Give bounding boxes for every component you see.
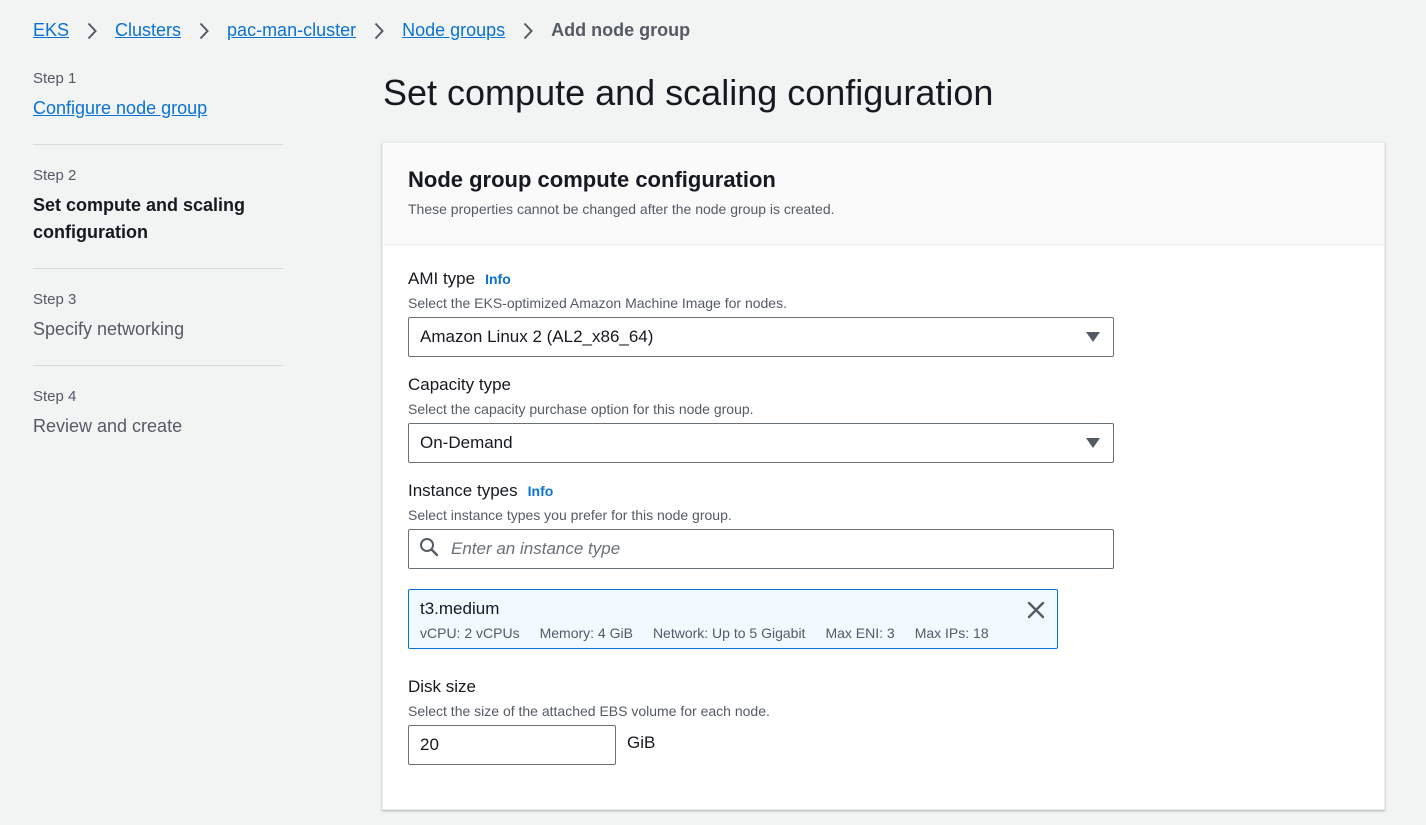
instance-types-field: Instance types Info Select instance type…: [408, 481, 1359, 649]
page-title: Set compute and scaling configuration: [383, 72, 994, 113]
chevron-right-icon: [372, 21, 386, 41]
capacity-type-label: Capacity type: [408, 375, 511, 394]
token-memory: Memory: 4 GiB: [539, 625, 633, 641]
ami-type-label-row: AMI type Info: [408, 269, 1359, 289]
ami-type-label: AMI type: [408, 269, 476, 288]
instance-type-search[interactable]: [408, 529, 1114, 569]
chevron-right-icon: [197, 21, 211, 41]
step-number: Step 2: [33, 167, 77, 184]
ami-type-description: Select the EKS-optimized Amazon Machine …: [408, 295, 787, 311]
instance-types-description: Select instance types you prefer for thi…: [408, 507, 732, 523]
disk-size-description: Select the size of the attached EBS volu…: [408, 703, 770, 719]
close-icon[interactable]: [1026, 600, 1046, 620]
step-2: Step 2 Set compute and scaling configura…: [33, 167, 283, 269]
token-max-eni: Max ENI: 3: [825, 625, 895, 641]
chevron-right-icon: [85, 21, 99, 41]
disk-size-label: Disk size: [408, 677, 477, 696]
caret-down-icon: [1086, 332, 1100, 342]
step-3-title: Specify networking: [33, 319, 185, 339]
ami-type-select[interactable]: Amazon Linux 2 (AL2_x86_64): [408, 317, 1114, 357]
token-vcpu: vCPU: 2 vCPUs: [420, 625, 520, 641]
capacity-type-description: Select the capacity purchase option for …: [408, 401, 754, 417]
capacity-type-value: On-Demand: [420, 433, 513, 452]
instance-types-label: Instance types: [408, 481, 518, 500]
capacity-type-select[interactable]: On-Demand: [408, 423, 1114, 463]
disk-size-unit: GiB: [627, 733, 656, 752]
step-number: Step 3: [33, 291, 77, 308]
breadcrumb: EKS Clusters pac-man-cluster Node groups…: [33, 20, 690, 41]
step-1-link[interactable]: Configure node group: [33, 95, 283, 122]
step-4-title: Review and create: [33, 416, 183, 436]
disk-size-input[interactable]: [408, 725, 616, 765]
step-number: Step 4: [33, 388, 77, 405]
ami-type-field: AMI type Info Select the EKS-optimized A…: [408, 269, 1359, 357]
step-2-title: Set compute and scaling configuration: [33, 195, 246, 242]
panel-title: Node group compute configuration: [408, 167, 776, 192]
instance-type-token: t3.medium vCPU: 2 vCPUs Memory: 4 GiB Ne…: [408, 589, 1058, 649]
wizard-steps: Step 1 Configure node group Step 2 Set c…: [33, 70, 283, 484]
breadcrumb-clusters-link[interactable]: Clusters: [115, 20, 181, 41]
instance-type-search-input[interactable]: [449, 538, 1103, 560]
breadcrumb-current: Add node group: [551, 20, 691, 40]
panel-body: AMI type Info Select the EKS-optimized A…: [383, 245, 1384, 765]
capacity-type-label-row: Capacity type: [408, 375, 1359, 395]
step-number: Step 1: [33, 70, 77, 87]
breadcrumb-node-groups-link[interactable]: Node groups: [402, 20, 505, 41]
search-icon: [419, 537, 439, 562]
caret-down-icon: [1086, 438, 1100, 448]
disk-size-row: GiB: [408, 725, 1359, 765]
disk-size-label-row: Disk size: [408, 677, 1359, 697]
step-4: Step 4 Review and create: [33, 388, 283, 462]
ami-type-info-link[interactable]: Info: [485, 271, 511, 287]
disk-size-field: Disk size Select the size of the attache…: [408, 677, 1359, 765]
token-max-ips: Max IPs: 18: [914, 625, 989, 641]
capacity-type-field: Capacity type Select the capacity purcha…: [408, 375, 1359, 463]
breadcrumb-eks-link[interactable]: EKS: [33, 20, 69, 41]
compute-config-panel: Node group compute configuration These p…: [382, 142, 1385, 810]
token-details: vCPU: 2 vCPUs Memory: 4 GiB Network: Up …: [420, 625, 1046, 641]
panel-subtitle: These properties cannot be changed after…: [408, 201, 835, 217]
ami-type-value: Amazon Linux 2 (AL2_x86_64): [420, 327, 654, 346]
step-3: Step 3 Specify networking: [33, 291, 283, 366]
chevron-right-icon: [521, 21, 535, 41]
instance-types-label-row: Instance types Info: [408, 481, 1359, 501]
instance-types-info-link[interactable]: Info: [528, 483, 554, 499]
token-instance-name: t3.medium: [420, 599, 500, 618]
token-network: Network: Up to 5 Gigabit: [652, 625, 806, 641]
breadcrumb-cluster-link[interactable]: pac-man-cluster: [227, 20, 356, 41]
panel-header: Node group compute configuration These p…: [383, 143, 1384, 245]
step-1: Step 1 Configure node group: [33, 70, 283, 145]
